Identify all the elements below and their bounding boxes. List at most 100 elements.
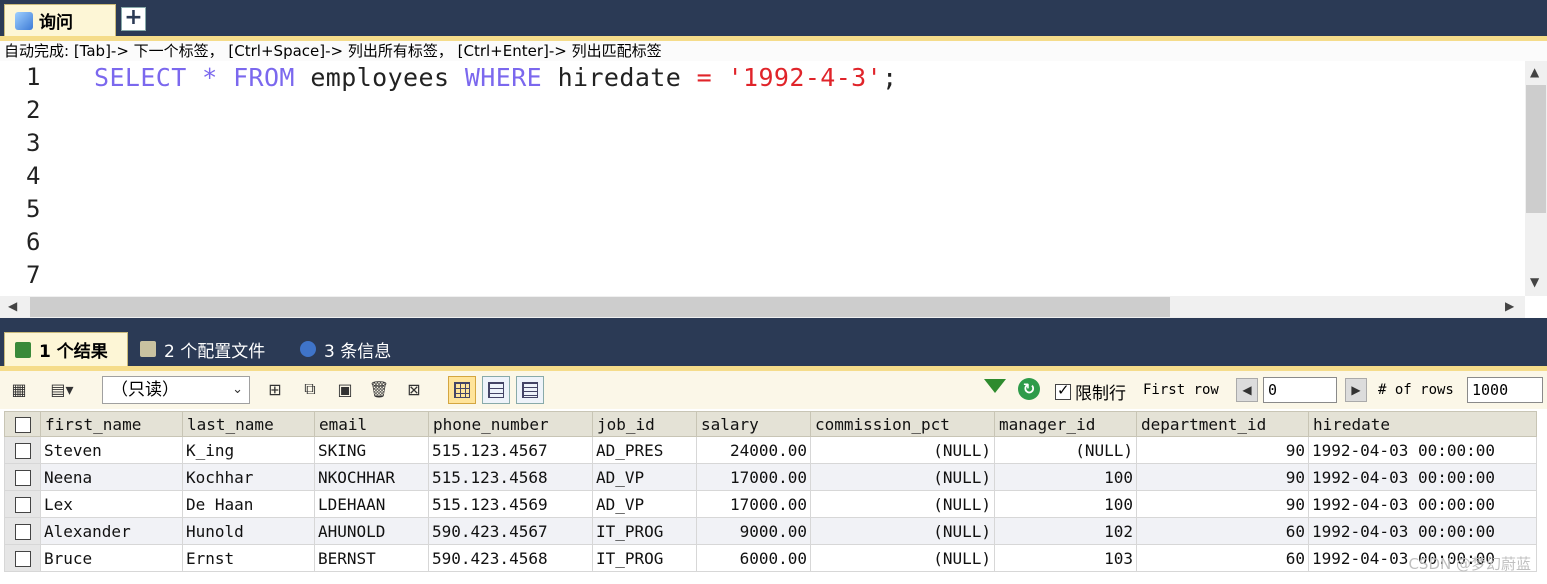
row-select-cell[interactable]: [4, 490, 41, 518]
cell[interactable]: Kochhar: [182, 463, 315, 491]
sql-editor[interactable]: 1 2 3 4 5 6 7 SELECT * FROM employees WH…: [0, 61, 1547, 318]
cell[interactable]: Ernst: [182, 544, 315, 572]
cell[interactable]: (NULL): [810, 517, 995, 545]
cell[interactable]: 90: [1136, 436, 1309, 464]
select-all-cell[interactable]: [4, 411, 41, 437]
cell[interactable]: (NULL): [810, 490, 995, 518]
cell[interactable]: Hunold: [182, 517, 315, 545]
pane-divider[interactable]: [0, 318, 1547, 330]
scroll-left-icon[interactable]: ◀: [8, 299, 17, 313]
scroll-right-icon[interactable]: ▶: [1505, 299, 1514, 313]
row-checkbox[interactable]: [14, 443, 31, 459]
row-checkbox[interactable]: [14, 551, 31, 567]
cell[interactable]: K_ing: [182, 436, 315, 464]
scroll-thumb[interactable]: [1526, 85, 1546, 213]
cell[interactable]: SKING: [314, 436, 429, 464]
cell[interactable]: 590.423.4568: [428, 544, 593, 572]
tab-profiles[interactable]: 2 个配置文件: [130, 332, 288, 366]
cell[interactable]: 1992-04-03 00:00:00: [1308, 490, 1537, 518]
cell[interactable]: BERNST: [314, 544, 429, 572]
column-header[interactable]: hiredate: [1308, 411, 1537, 437]
cell[interactable]: IT_PROG: [592, 544, 697, 572]
cell[interactable]: LDEHAAN: [314, 490, 429, 518]
scroll-up-icon[interactable]: ▲: [1530, 65, 1539, 79]
table-row[interactable]: Alexander Hunold AHUNOLD 590.423.4567 IT…: [4, 517, 1537, 545]
results-grid[interactable]: first_name last_name email phone_number …: [4, 411, 1537, 572]
cell[interactable]: Lex: [40, 490, 183, 518]
cell[interactable]: 1992-04-03 00:00:00: [1308, 436, 1537, 464]
cell[interactable]: 9000.00: [696, 517, 811, 545]
save-icon[interactable]: ▣: [334, 378, 356, 400]
form-view-button[interactable]: [482, 376, 510, 404]
editor-vertical-scrollbar[interactable]: ▲ ▼: [1525, 61, 1547, 296]
cell[interactable]: 1992-04-03 00:00:00: [1308, 517, 1537, 545]
scroll-thumb[interactable]: [30, 297, 1170, 317]
export-grid-icon[interactable]: ▦: [8, 378, 30, 400]
column-header[interactable]: last_name: [182, 411, 315, 437]
table-row[interactable]: Lex De Haan LDEHAAN 515.123.4569 AD_VP 1…: [4, 490, 1537, 518]
insert-row-icon[interactable]: ⊞: [264, 378, 286, 400]
column-header[interactable]: manager_id: [994, 411, 1137, 437]
cell[interactable]: 17000.00: [696, 463, 811, 491]
read-only-select[interactable]: （只读） ⌄: [102, 376, 250, 404]
cell[interactable]: 24000.00: [696, 436, 811, 464]
cell[interactable]: 1992-04-03 00:00:00: [1308, 463, 1537, 491]
cell[interactable]: 515.123.4567: [428, 436, 593, 464]
cell[interactable]: 590.423.4567: [428, 517, 593, 545]
row-select-cell[interactable]: [4, 544, 41, 572]
cell[interactable]: (NULL): [994, 436, 1137, 464]
cell[interactable]: (NULL): [810, 436, 995, 464]
cell[interactable]: 17000.00: [696, 490, 811, 518]
editor-horizontal-scrollbar[interactable]: ◀ ▶: [0, 296, 1525, 318]
cell[interactable]: 100: [994, 490, 1137, 518]
cell[interactable]: 100: [994, 463, 1137, 491]
cell[interactable]: NKOCHHAR: [314, 463, 429, 491]
previous-page-icon[interactable]: ◀: [1236, 378, 1258, 402]
row-checkbox[interactable]: [14, 470, 31, 486]
row-checkbox[interactable]: [14, 524, 31, 540]
tab-messages[interactable]: 3 条信息: [290, 332, 412, 366]
cell[interactable]: (NULL): [810, 463, 995, 491]
cell[interactable]: 102: [994, 517, 1137, 545]
cell[interactable]: 6000.00: [696, 544, 811, 572]
cell[interactable]: 90: [1136, 490, 1309, 518]
cell[interactable]: (NULL): [810, 544, 995, 572]
delete-icon[interactable]: 🗑: [368, 378, 390, 400]
cell[interactable]: AD_VP: [592, 490, 697, 518]
grid-view-button[interactable]: [448, 376, 476, 404]
cell[interactable]: 103: [994, 544, 1137, 572]
row-select-cell[interactable]: [4, 436, 41, 464]
column-header[interactable]: first_name: [40, 411, 183, 437]
cell[interactable]: Steven: [40, 436, 183, 464]
cell[interactable]: 515.123.4569: [428, 490, 593, 518]
column-header[interactable]: commission_pct: [810, 411, 995, 437]
filter-icon[interactable]: [984, 379, 1006, 393]
first-row-input[interactable]: 0: [1263, 377, 1337, 403]
cell[interactable]: IT_PROG: [592, 517, 697, 545]
cell[interactable]: 60: [1136, 544, 1309, 572]
num-rows-input[interactable]: 1000: [1467, 377, 1543, 403]
cell[interactable]: Neena: [40, 463, 183, 491]
table-row[interactable]: Neena Kochhar NKOCHHAR 515.123.4568 AD_V…: [4, 463, 1537, 491]
cancel-edit-icon[interactable]: ⊠: [403, 378, 425, 400]
text-view-button[interactable]: [516, 376, 544, 404]
limit-rows-toggle[interactable]: 限制行: [1055, 379, 1126, 404]
sql-code-line[interactable]: SELECT * FROM employees WHERE hiredate =…: [94, 63, 898, 92]
cell[interactable]: Alexander: [40, 517, 183, 545]
cell[interactable]: AD_PRES: [592, 436, 697, 464]
cell[interactable]: AHUNOLD: [314, 517, 429, 545]
column-header[interactable]: salary: [696, 411, 811, 437]
refresh-icon[interactable]: ↻: [1018, 378, 1040, 400]
column-header[interactable]: department_id: [1136, 411, 1309, 437]
cell[interactable]: Bruce: [40, 544, 183, 572]
cell[interactable]: 515.123.4568: [428, 463, 593, 491]
next-page-icon[interactable]: ▶: [1345, 378, 1367, 402]
row-checkbox[interactable]: [14, 497, 31, 513]
table-row[interactable]: Bruce Ernst BERNST 590.423.4568 IT_PROG …: [4, 544, 1537, 572]
query-tab[interactable]: 询问: [4, 4, 116, 36]
scroll-down-icon[interactable]: ▼: [1530, 275, 1539, 289]
table-row[interactable]: Steven K_ing SKING 515.123.4567 AD_PRES …: [4, 436, 1537, 464]
column-header[interactable]: phone_number: [428, 411, 593, 437]
duplicate-row-icon[interactable]: ⧉: [299, 378, 321, 400]
cell[interactable]: De Haan: [182, 490, 315, 518]
